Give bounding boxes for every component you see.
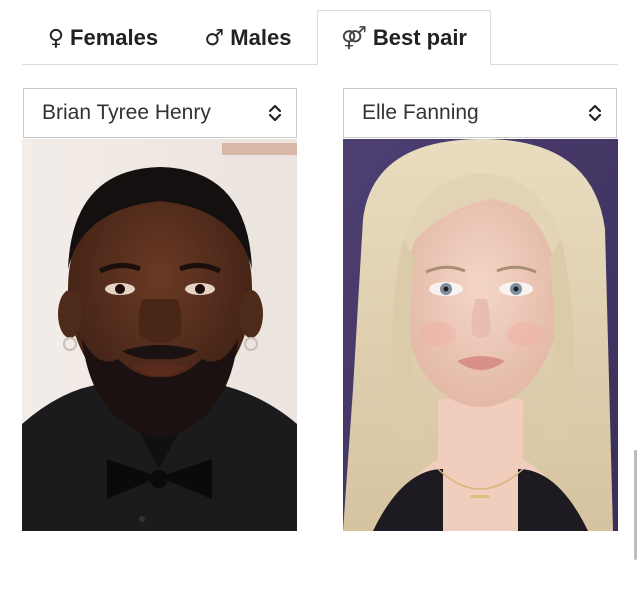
scrollbar[interactable] [634, 450, 637, 560]
female-select-value: Elle Fanning [362, 101, 479, 124]
tab-males[interactable]: ♂ Males [200, 10, 296, 66]
tab-best-pair[interactable]: ⚤ Best pair [317, 10, 491, 66]
male-select[interactable]: Brian Tyree Henry [23, 88, 297, 138]
pair-symbol-icon: ⚤ [340, 25, 367, 51]
tab-best-pair-label: Best pair [372, 25, 467, 50]
male-select-value: Brian Tyree Henry [42, 101, 211, 124]
tab-males-label: Males [230, 25, 292, 50]
chevron-up-down-icon [268, 104, 282, 122]
male-portrait-photo [22, 139, 297, 531]
chevron-up-down-icon [588, 104, 602, 122]
tab-females[interactable]: ♀ Females [38, 10, 168, 66]
female-select[interactable]: Elle Fanning [343, 88, 617, 138]
female-symbol-icon: ♀ [47, 25, 65, 51]
gender-tabs: ♀ Females ♂ Males ⚤ Best pair [22, 10, 618, 66]
female-portrait-photo [343, 139, 618, 531]
tab-females-label: Females [70, 25, 159, 50]
male-symbol-icon: ♂ [204, 25, 225, 51]
